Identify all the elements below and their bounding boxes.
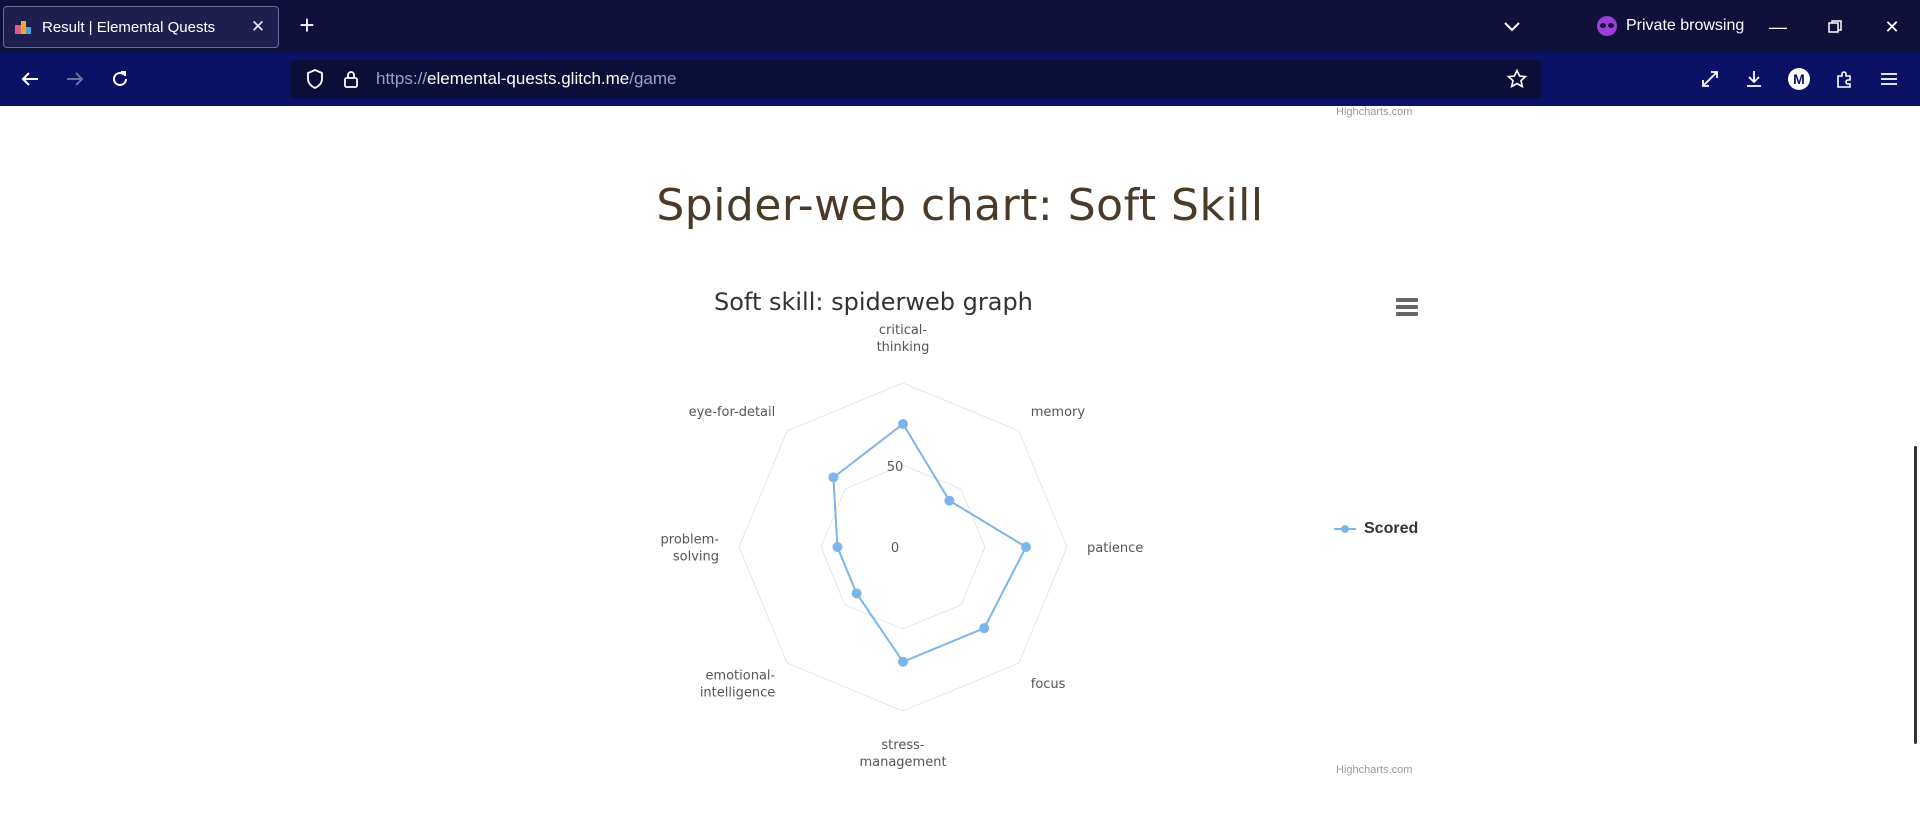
lock-icon[interactable] (340, 68, 362, 90)
axis-label-line: memory (1031, 405, 1086, 420)
axis-label-line: eye-for-detail (689, 405, 776, 420)
tab-title: Result | Elemental Quests (42, 18, 216, 36)
nav-bar: https://elemental-quests.glitch.me/game … (0, 52, 1920, 106)
private-mask-icon (1597, 16, 1617, 36)
private-browsing-indicator: Private browsing (1597, 12, 1744, 40)
axis-label-line: critical- (879, 323, 928, 338)
data-point-focus[interactable] (979, 623, 990, 634)
chart-legend-item[interactable]: Scored (1334, 520, 1418, 538)
legend-marker-icon (1334, 525, 1356, 533)
axis-label-line: focus (1031, 677, 1066, 692)
spiderweb-chart: critical-thinking memory patience focus stre… (661, 323, 1144, 770)
account-avatar-icon[interactable]: M (1784, 64, 1814, 94)
data-point-problem-solving[interactable] (832, 542, 843, 552)
minimize-icon[interactable]: — (1763, 12, 1793, 42)
reload-icon[interactable] (105, 64, 135, 94)
bookmark-star-icon[interactable] (1506, 68, 1528, 90)
radar-axis-labels: critical-thinking memory patience focus stre… (661, 323, 1144, 770)
axis-label-line: solving (673, 550, 719, 565)
private-browsing-label: Private browsing (1626, 17, 1745, 34)
data-point-eye-for-detail[interactable] (828, 472, 839, 483)
axis-label-line: management (859, 755, 946, 770)
download-icon[interactable] (1739, 64, 1769, 94)
tab-list-chevron-down-icon[interactable] (1500, 14, 1524, 38)
axis-label-stress-management: stress-management (859, 738, 946, 770)
tab-bar: Result | Elemental Quests ✕ + Private br… (0, 0, 1920, 52)
elemental-quests-favicon-icon (14, 18, 32, 36)
axis-label-line: stress- (881, 738, 924, 753)
axis-label-eye-for-detail: eye-for-detail (689, 405, 776, 420)
back-arrow-icon[interactable] (15, 64, 45, 94)
radial-tick-0: 0 (891, 541, 899, 556)
chart-context-menu-icon[interactable] (1396, 298, 1418, 318)
data-point-memory[interactable] (944, 495, 955, 506)
axis-label-line: problem- (661, 533, 720, 548)
series-line-Scored[interactable] (832, 422, 1028, 664)
extensions-icon[interactable] (1829, 64, 1859, 94)
axis-label-line: emotional- (705, 668, 775, 683)
radar-grid-inner (820, 464, 986, 630)
radar-radial-ticks: 0 50 (887, 460, 904, 556)
axis-label-problem-solving: problem-solving (661, 533, 720, 565)
data-point-patience[interactable] (1021, 542, 1031, 552)
hamburger-menu-icon[interactable] (1874, 64, 1904, 94)
axis-label-line: intelligence (700, 685, 775, 700)
url-scheme: https:// (376, 69, 428, 88)
axis-label-emotional-intelligence: emotional-intelligence (700, 668, 776, 700)
data-point-emotional-intelligence[interactable] (851, 588, 862, 599)
legend-label: Scored (1364, 520, 1419, 537)
data-point-critical-thinking[interactable] (898, 419, 908, 429)
url-bar[interactable]: https://elemental-quests.glitch.me/game (290, 60, 1542, 98)
tab-active[interactable]: Result | Elemental Quests ✕ (3, 6, 279, 48)
axis-label-memory: memory (1031, 405, 1086, 420)
new-tab-icon[interactable]: + (293, 12, 321, 40)
url-path: /game (629, 69, 677, 88)
highcharts-credit-link-bottom[interactable]: Highcharts.com (1336, 764, 1412, 776)
restore-icon[interactable] (1820, 12, 1850, 42)
axis-label-line: thinking (877, 340, 930, 355)
fullscreen-icon[interactable] (1695, 64, 1725, 94)
axis-label-critical-thinking: critical-thinking (877, 323, 930, 355)
radar-series-scored[interactable] (828, 419, 1031, 667)
axis-label-patience: patience (1087, 541, 1143, 556)
radial-tick-50: 50 (887, 460, 904, 475)
forward-arrow-icon[interactable] (60, 64, 90, 94)
url-host: elemental-quests.glitch.me (427, 69, 630, 88)
axis-label-line: patience (1087, 541, 1143, 556)
close-window-icon[interactable]: ✕ (1877, 12, 1907, 42)
page-content: Highcharts.com Spider-web chart: Soft Sk… (0, 106, 1920, 831)
close-tab-icon[interactable]: ✕ (248, 17, 268, 37)
axis-label-focus: focus (1031, 677, 1066, 692)
shield-icon[interactable] (304, 68, 326, 90)
chart-title: Soft skill: spiderweb graph (714, 288, 1033, 316)
account-initial: M (1793, 71, 1805, 87)
page-scrollbar[interactable] (1914, 446, 1917, 744)
url-text[interactable]: https://elemental-quests.glitch.me/game (376, 69, 677, 89)
data-point-stress-management[interactable] (898, 656, 908, 667)
